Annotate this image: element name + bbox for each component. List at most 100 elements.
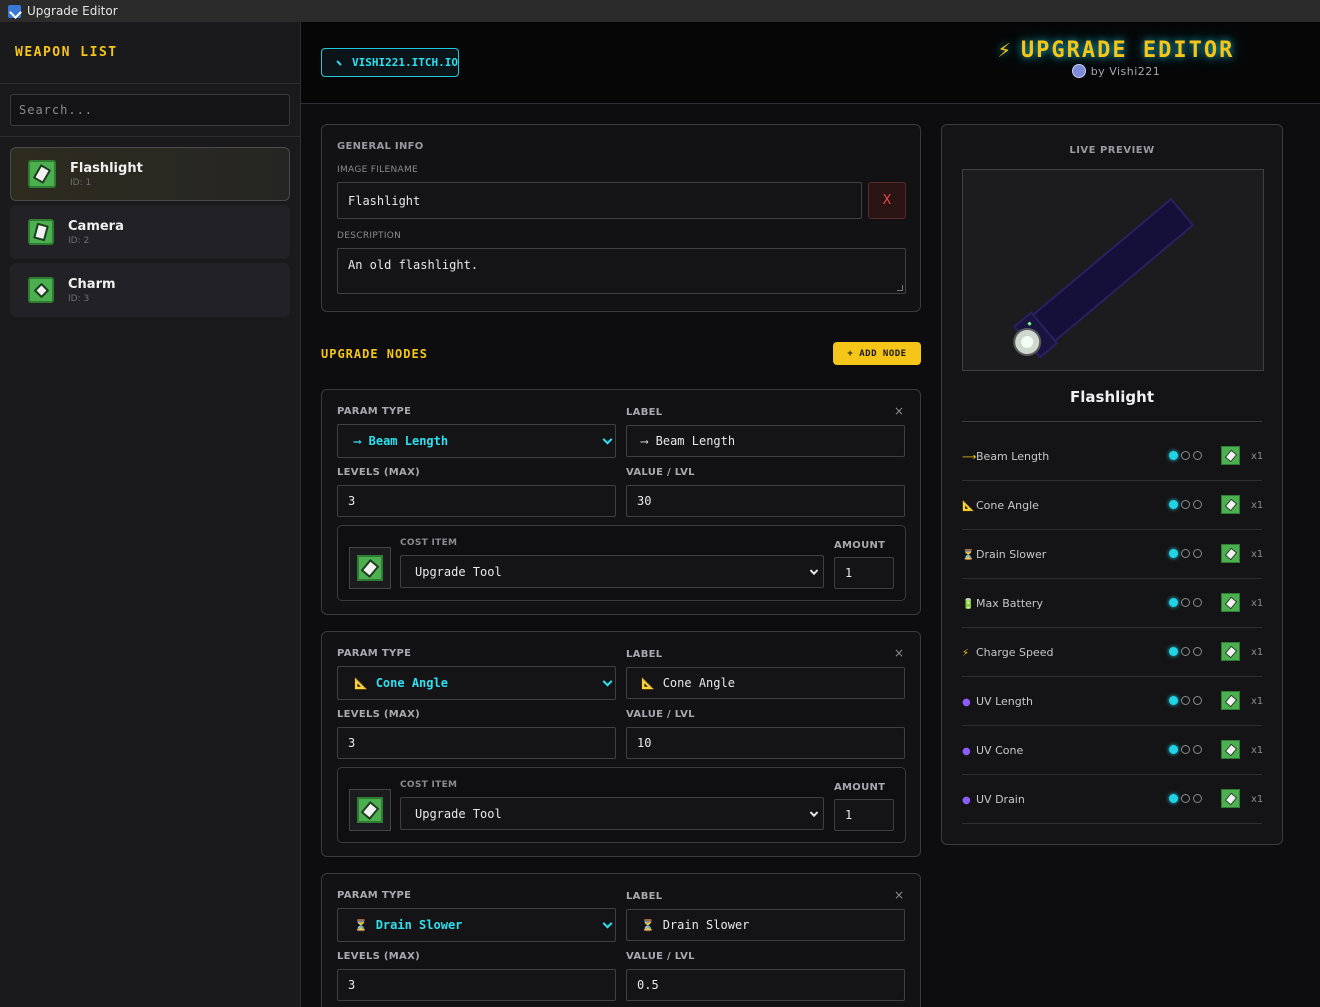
- sidebar-header: WEAPON LIST: [0, 22, 300, 84]
- stat-name-text: Drain Slower: [976, 548, 1047, 561]
- level-dot-empty: [1181, 500, 1190, 509]
- upgrade-node-card: PARAM TYPE LABEL × ⏳ Drain Slower ⏳ Drain …: [321, 873, 921, 1007]
- description-text: An old flashlight.: [348, 258, 479, 272]
- hourglass-icon: ⏳: [962, 550, 975, 561]
- weapon-id: ID: 1: [70, 177, 92, 188]
- param-type-select[interactable]: 📐 Cone Angle: [337, 666, 616, 700]
- weapon-item-charm[interactable]: Charm ID: 3: [10, 263, 290, 317]
- weapon-sidebar: WEAPON LIST Flashlight ID: 1 Camera ID: …: [0, 22, 301, 1007]
- stat-row: 🔋 Max Battery x1: [962, 579, 1263, 628]
- beam-length-icon: ⟶: [641, 434, 648, 448]
- stat-name-text: Cone Angle: [976, 499, 1039, 512]
- weapon-item-flashlight[interactable]: Flashlight ID: 1: [10, 147, 290, 201]
- weapon-id: ID: 2: [68, 235, 90, 246]
- brand: ⚡ UPGRADE EDITOR by Vishi221: [981, 38, 1251, 78]
- battery-icon: 🔋: [962, 599, 975, 610]
- divider: [962, 421, 1262, 422]
- level-dots: [1169, 794, 1202, 803]
- app-header: VISHI221.ITCH.IO ⚡ UPGRADE EDITOR by Vish…: [301, 22, 1320, 104]
- sidebar-title: WEAPON LIST: [15, 45, 118, 60]
- value-per-level-input[interactable]: 30: [626, 485, 905, 517]
- purple-circle-icon: ●: [962, 795, 971, 806]
- node-label-value: Drain Slower: [662, 918, 750, 932]
- upgrade-node-card: PARAM TYPE LABEL × ⟶ Beam Length ⟶ Beam Le…: [321, 389, 921, 615]
- weapon-preview-image: [962, 169, 1264, 371]
- level-dots: [1169, 745, 1202, 754]
- remove-node-icon[interactable]: ×: [894, 646, 904, 660]
- level-dots: [1169, 549, 1202, 558]
- levels-input[interactable]: 3: [337, 969, 616, 1001]
- editor-main: GENERAL INFO IMAGE FILENAME Flashlight X…: [301, 104, 931, 1007]
- cost-item-box: COST ITEM Upgrade Tool AMOUNT 1: [337, 767, 906, 843]
- param-type-value: Drain Slower: [375, 918, 463, 932]
- amount-input[interactable]: 1: [834, 799, 894, 831]
- level-dots: [1169, 500, 1202, 509]
- triangle-ruler-icon: 📐: [354, 676, 368, 690]
- cost-item-select[interactable]: Upgrade Tool: [400, 797, 824, 830]
- label-label: LABEL: [626, 407, 663, 418]
- stat-label: ⟶Beam Length: [962, 450, 1049, 463]
- stat-label: ⚡ Charge Speed: [962, 646, 1053, 659]
- window-title: Upgrade Editor: [27, 4, 118, 18]
- level-dot-filled: [1169, 794, 1178, 803]
- node-label-value: Beam Length: [655, 434, 736, 448]
- description-label: DESCRIPTION: [337, 231, 402, 241]
- remove-node-icon[interactable]: ×: [894, 888, 904, 902]
- level-dot-filled: [1169, 500, 1178, 509]
- hourglass-icon: ⏳: [641, 918, 655, 932]
- level-dot-filled: [1169, 745, 1178, 754]
- beam-length-icon: ⟶: [354, 434, 361, 448]
- search-input[interactable]: [10, 94, 290, 126]
- remove-node-icon[interactable]: ×: [894, 404, 904, 418]
- param-type-select[interactable]: ⏳ Drain Slower: [337, 908, 616, 942]
- level-dot-empty: [1193, 598, 1202, 607]
- upgrade-tool-icon: [1221, 740, 1240, 759]
- cost-item-label: COST ITEM: [400, 538, 458, 548]
- value-per-level-label: VALUE / LVL: [626, 467, 695, 478]
- node-label-input[interactable]: ⟶ Beam Length: [626, 425, 905, 457]
- level-dot-empty: [1181, 451, 1190, 460]
- live-preview-panel: LIVE PREVIEW Flashlight ⟶Beam Length x1 …: [941, 124, 1283, 845]
- purple-circle-icon: ●: [962, 697, 971, 708]
- cost-multiplier: x1: [1251, 500, 1264, 511]
- weapon-item-camera[interactable]: Camera ID: 2: [10, 205, 290, 259]
- cost-item-select[interactable]: Upgrade Tool: [400, 555, 824, 588]
- cost-item-label: COST ITEM: [400, 780, 458, 790]
- level-dots: [1169, 696, 1202, 705]
- node-label-input[interactable]: 📐 Cone Angle: [626, 667, 905, 699]
- charm-icon: [28, 277, 54, 303]
- value-per-level-input[interactable]: 0.5: [626, 969, 905, 1001]
- value-per-level-input[interactable]: 10: [626, 727, 905, 759]
- description-textarea[interactable]: An old flashlight.: [337, 248, 906, 294]
- cost-multiplier: x1: [1251, 696, 1264, 707]
- stat-row: ● UV Length x1: [962, 677, 1264, 726]
- triangle-ruler-icon: 📐: [962, 501, 975, 512]
- levels-input[interactable]: 3: [337, 485, 616, 517]
- clear-image-button[interactable]: X: [868, 182, 906, 219]
- flashlight-sprite-icon: [1012, 197, 1195, 359]
- image-filename-input[interactable]: Flashlight: [337, 182, 862, 219]
- levels-label: LEVELS (MAX): [337, 951, 420, 962]
- stat-label: ● UV Cone: [962, 744, 1023, 757]
- levels-input[interactable]: 3: [337, 727, 616, 759]
- brand-byline: by Vishi221: [981, 64, 1251, 78]
- add-node-button[interactable]: + ADD NODE: [833, 342, 921, 365]
- label-label: LABEL: [626, 649, 663, 660]
- link-icon: [336, 59, 342, 66]
- chevron-down-icon: [602, 918, 613, 929]
- hourglass-icon: ⏳: [354, 918, 368, 932]
- param-type-select[interactable]: ⟶ Beam Length: [337, 424, 616, 458]
- node-label-input[interactable]: ⏳ Drain Slower: [626, 909, 905, 941]
- app-icon: [8, 4, 21, 18]
- stat-label: ● UV Drain: [962, 793, 1025, 806]
- cost-multiplier: x1: [1251, 745, 1264, 756]
- brand-byline-text: by Vishi221: [1090, 65, 1161, 78]
- purple-circle-icon: ●: [962, 746, 971, 757]
- itch-link-button[interactable]: VISHI221.ITCH.IO: [321, 48, 459, 77]
- level-dot-empty: [1181, 549, 1190, 558]
- resize-handle-icon[interactable]: [897, 285, 903, 291]
- level-dots: [1169, 451, 1202, 460]
- upgrade-tool-icon: [1221, 593, 1240, 612]
- amount-input[interactable]: 1: [834, 557, 894, 589]
- upgrade-tool-icon: [28, 160, 56, 188]
